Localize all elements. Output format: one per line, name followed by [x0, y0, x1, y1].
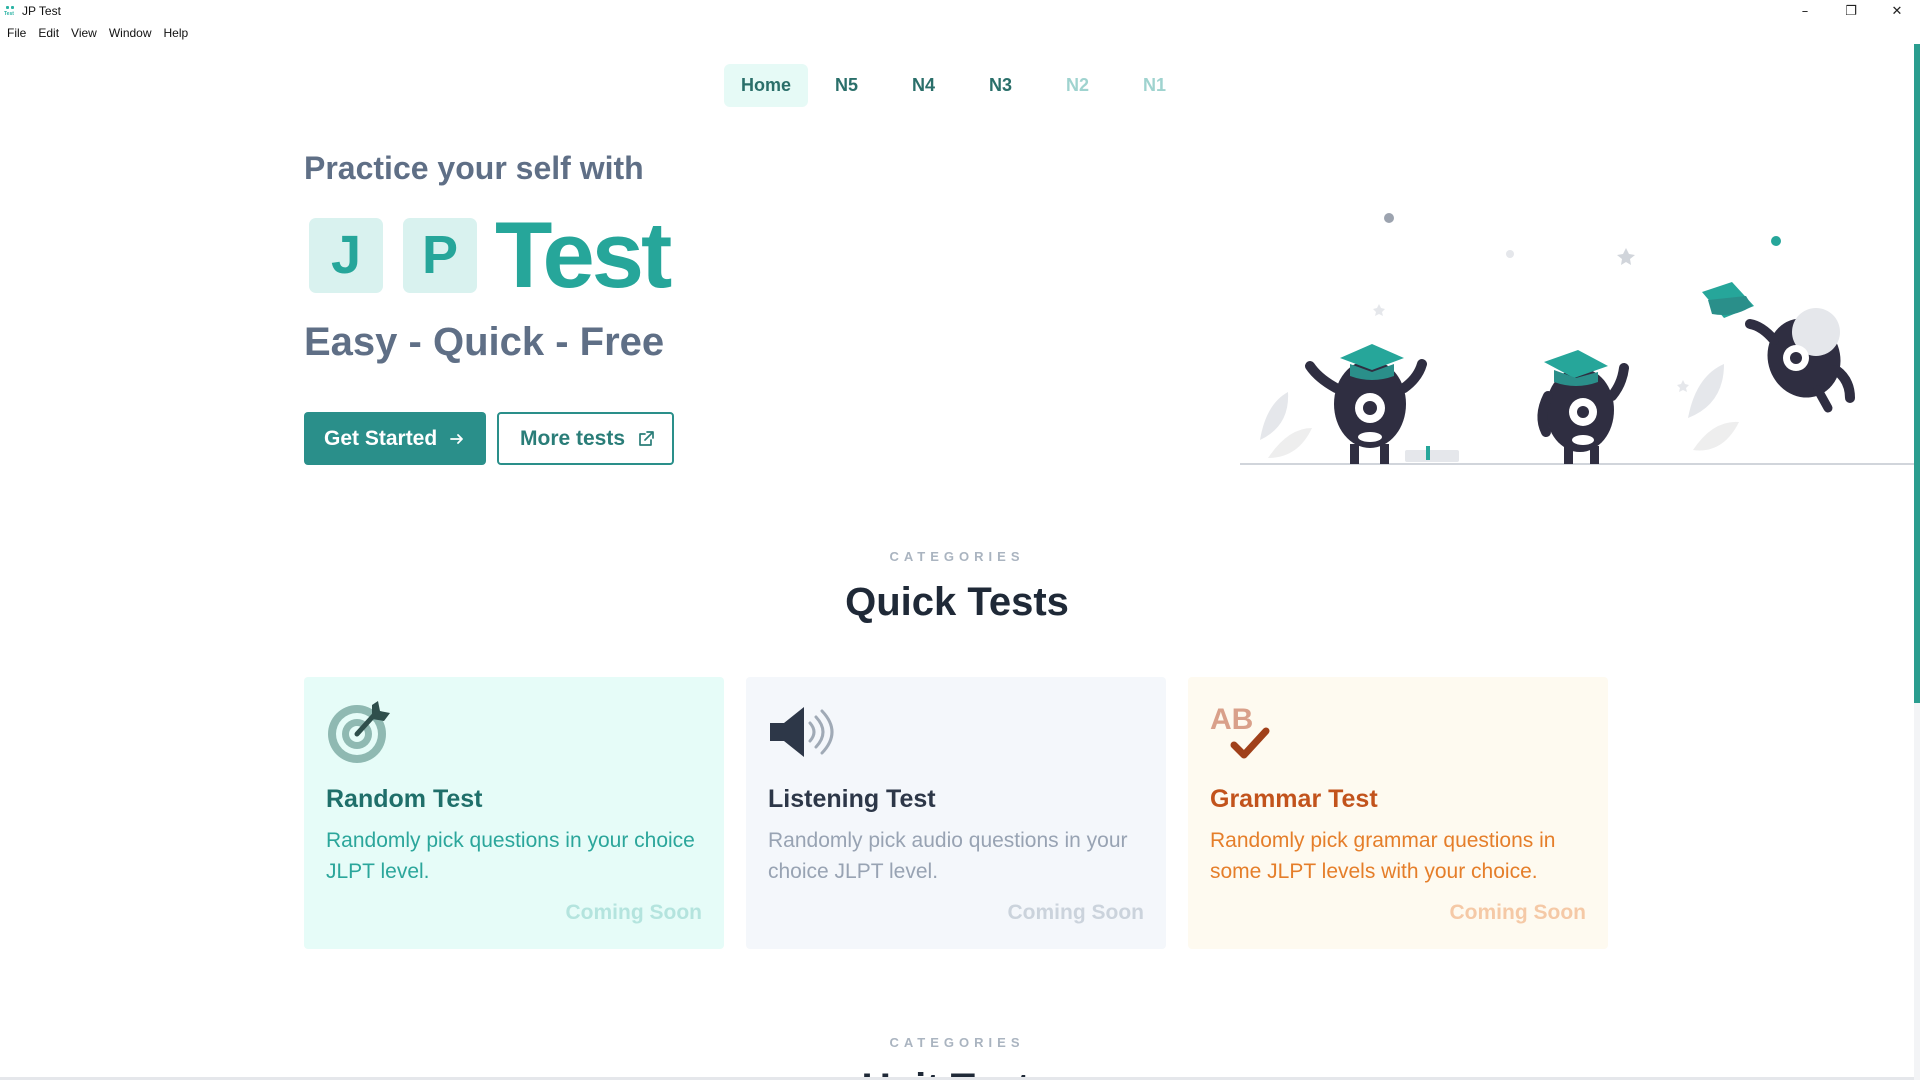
hero-logo: J P Test [309, 202, 672, 307]
tab-n3[interactable]: N3 [962, 64, 1039, 107]
tab-n4[interactable]: N4 [885, 64, 962, 107]
grammar-check-icon: AB [1210, 703, 1270, 759]
more-tests-label: More tests [520, 426, 626, 450]
speaker-icon [770, 707, 834, 757]
random-test-status: Coming Soon [565, 901, 702, 924]
restore-button[interactable]: ❐ [1828, 0, 1874, 22]
grammar-test-card[interactable]: AB Grammar Test Randomly pick grammar qu… [1188, 677, 1608, 949]
hero-tagline: Easy - Quick - Free [304, 320, 665, 364]
graduate-figure-3 [1702, 282, 1855, 413]
listening-test-card[interactable]: Listening Test Randomly pick audio quest… [746, 677, 1166, 949]
tab-n2: N2 [1066, 74, 1090, 95]
more-tests-button[interactable]: More tests [497, 412, 674, 465]
minimize-button[interactable]: – [1782, 0, 1828, 22]
window-title: JP Test [22, 4, 61, 18]
svg-text:AB: AB [1210, 703, 1253, 736]
random-test-card[interactable]: Random Test Randomly pick questions in y… [304, 677, 724, 949]
target-icon [328, 701, 390, 763]
graduation-illustration [1240, 213, 1914, 465]
random-test-description: Randomly pick questions in your choice J… [326, 829, 695, 883]
menu-file[interactable]: File [7, 26, 26, 40]
scrollbar-thumb[interactable] [1914, 44, 1920, 703]
listening-test-status: Coming Soon [1007, 901, 1144, 924]
get-started-button[interactable]: Get Started [304, 412, 486, 465]
listening-test-title: Listening Test [768, 785, 936, 813]
tab-n5[interactable]: N5 [808, 64, 885, 107]
tab-home[interactable]: Home [724, 63, 809, 107]
quick-tests-title: Quick Tests [845, 580, 1069, 624]
menu-window[interactable]: Window [109, 26, 152, 40]
menu-view[interactable]: View [71, 26, 97, 40]
menubar: File Edit View Window Help [0, 22, 200, 44]
window-controls: – ❐ ✕ [1782, 0, 1920, 22]
external-link-icon [637, 430, 655, 448]
grammar-test-title: Grammar Test [1210, 785, 1378, 813]
quick-tests-kicker: CATEGORIES [889, 549, 1025, 564]
close-button[interactable]: ✕ [1874, 0, 1920, 22]
unit-tests-kicker: CATEGORIES [889, 1035, 1025, 1050]
hero-kicker: Practice your self with [304, 150, 644, 186]
menu-edit[interactable]: Edit [38, 26, 59, 40]
logo-tile-p: P [403, 217, 477, 293]
graduate-figure-1 [1305, 344, 1427, 464]
logo-word: Test [495, 202, 672, 307]
random-test-title: Random Test [326, 785, 483, 813]
listening-test-description: Randomly pick audio questions in your ch… [768, 829, 1128, 883]
grammar-test-description: Randomly pick grammar questions in some … [1210, 829, 1556, 883]
level-nav: Home N5 N4 N3 N2 N1 [724, 63, 1193, 107]
graduate-figure-2 [1537, 350, 1629, 464]
app-logo-icon: Test [4, 5, 16, 17]
get-started-label: Get Started [324, 426, 438, 450]
logo-tile-j: J [309, 217, 383, 293]
menu-help[interactable]: Help [164, 26, 189, 40]
arrow-right-icon [449, 431, 465, 447]
window-titlebar: Test JP Test – ❐ ✕ [0, 0, 1920, 22]
vertical-scrollbar[interactable] [1914, 44, 1920, 1080]
tab-n1: N1 [1143, 74, 1167, 95]
grammar-test-status: Coming Soon [1449, 901, 1586, 924]
